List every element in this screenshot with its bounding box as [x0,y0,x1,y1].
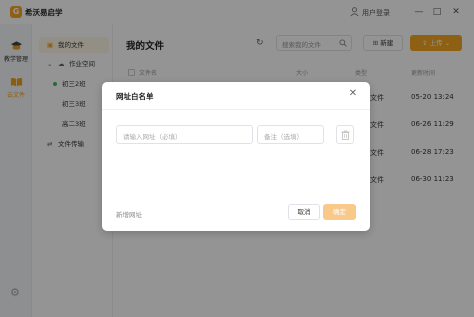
url-placeholder: 请输入网址（必填） [123,133,182,141]
dialog-title: 网址白名单 [116,92,154,101]
url-input[interactable]: 请输入网址（必填） [116,125,253,144]
divider [102,109,370,110]
url-whitelist-dialog: 网址白名单 ✕ 请输入网址（必填） 备注（选填） 新增网址 取消 确定 [102,82,370,231]
cancel-button[interactable]: 取消 [288,204,320,220]
note-input[interactable]: 备注（选填） [257,125,324,144]
add-url-link[interactable]: 新增网址 [116,209,142,219]
note-placeholder: 备注（选填） [264,133,303,141]
delete-row-button[interactable] [336,125,354,144]
trash-icon [341,130,349,140]
close-icon[interactable]: ✕ [348,89,358,99]
confirm-button[interactable]: 确定 [323,204,356,220]
